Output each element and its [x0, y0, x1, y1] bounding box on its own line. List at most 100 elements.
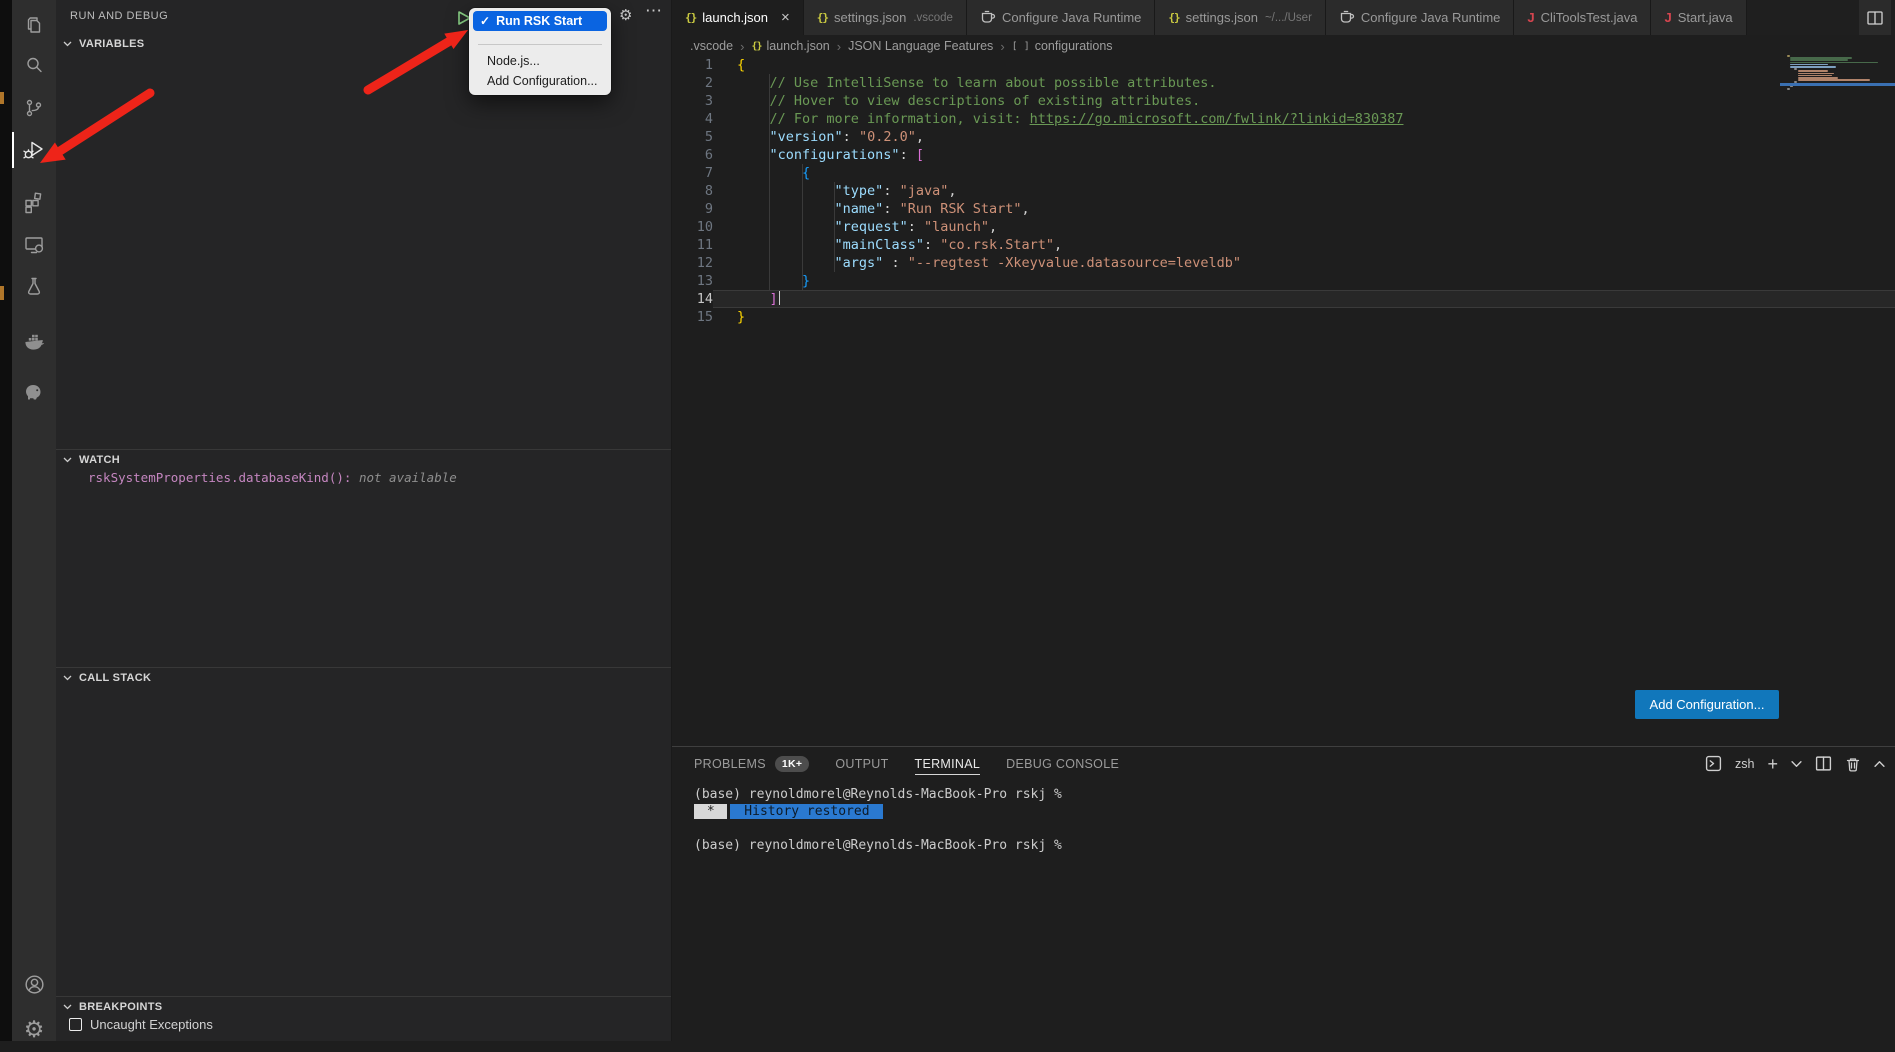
extensions-icon[interactable]	[12, 179, 56, 225]
code-line-9[interactable]: 9 "name": "Run RSK Start",	[672, 200, 1895, 218]
history-marker: *	[694, 804, 727, 819]
code-line-13[interactable]: 13 }	[672, 272, 1895, 290]
line-number: 12	[672, 254, 713, 272]
uncaught-exceptions-row[interactable]: Uncaught Exceptions	[69, 1017, 213, 1032]
code-line-15[interactable]: 15}	[672, 308, 1895, 326]
testing-icon[interactable]	[12, 263, 56, 309]
tab-settings-json-user[interactable]: {}settings.json~/.../User	[1155, 0, 1326, 35]
run-and-debug-icon[interactable]	[12, 127, 56, 173]
open-launch-config-gear-icon[interactable]: ⚙	[619, 6, 632, 24]
settings-gear-icon[interactable]: ⚙	[12, 1006, 56, 1052]
new-terminal-icon[interactable]: +	[1767, 755, 1778, 773]
tab-detail: .vscode	[913, 12, 953, 24]
code-line-6[interactable]: 6 "configurations": [	[672, 146, 1895, 164]
line-number: 8	[672, 182, 713, 200]
add-configuration-button[interactable]: Add Configuration...	[1635, 690, 1779, 719]
breadcrumb-item-configurations[interactable]: [ ]configurations	[1012, 39, 1113, 53]
desktop-edge	[0, 0, 12, 1041]
line-content: // For more information, visit: https://…	[713, 110, 1895, 128]
panel-tab-output[interactable]: OUTPUT	[835, 747, 888, 780]
line-number: 9	[672, 200, 713, 218]
breadcrumb-separator: ›	[1000, 39, 1004, 54]
gradle-icon[interactable]	[12, 369, 56, 415]
tab-label: settings.json	[834, 10, 906, 25]
code-line-2[interactable]: 2 // Use IntelliSense to learn about pos…	[672, 74, 1895, 92]
java-file-icon: J	[1664, 10, 1671, 25]
section-call-stack[interactable]: CALL STACK	[56, 667, 671, 688]
tab-label: Start.java	[1678, 10, 1733, 25]
tab-launch-json[interactable]: {}launch.json×	[672, 0, 804, 35]
code-line-11[interactable]: 11 "mainClass": "co.rsk.Start",	[672, 236, 1895, 254]
code-line-10[interactable]: 10 "request": "launch",	[672, 218, 1895, 236]
terminal-dropdown-icon[interactable]	[1791, 760, 1802, 768]
split-editor-icon[interactable]	[1859, 0, 1891, 35]
tab-label: Configure Java Runtime	[1361, 10, 1500, 25]
array-symbol-icon: [ ]	[1012, 41, 1030, 52]
line-number: 11	[672, 236, 713, 254]
code-line-4[interactable]: 4 // For more information, visit: https:…	[672, 110, 1895, 128]
code-line-8[interactable]: 8 "type": "java",	[672, 182, 1895, 200]
line-content: {	[713, 164, 1895, 182]
code-editor[interactable]: 1{2 // Use IntelliSense to learn about p…	[672, 56, 1895, 326]
watch-value: not available	[359, 470, 457, 485]
breadcrumb-item-json-language-features[interactable]: JSON Language Features	[848, 39, 993, 53]
watch-expression-row[interactable]: rskSystemProperties.databaseKind(): not …	[88, 470, 457, 485]
breadcrumb: .vscode›{}launch.json›JSON Language Feat…	[690, 35, 1113, 57]
remote-explorer-icon[interactable]	[12, 222, 56, 268]
watch-expression: rskSystemProperties.databaseKind():	[88, 470, 351, 485]
tab-start-java[interactable]: J Start.java	[1651, 0, 1746, 35]
code-line-1[interactable]: 1{	[672, 56, 1895, 74]
code-line-14[interactable]: 14 ]	[672, 290, 1895, 308]
views-more-actions-icon[interactable]: ⋯	[645, 1, 663, 21]
maximize-panel-icon[interactable]	[1874, 760, 1885, 768]
line-number: 13	[672, 272, 713, 290]
docker-icon[interactable]	[12, 319, 56, 365]
kill-terminal-trash-icon[interactable]	[1845, 756, 1861, 772]
terminal-profile-icon[interactable]	[1705, 755, 1722, 772]
close-tab-icon[interactable]: ×	[781, 10, 790, 25]
code-line-7[interactable]: 7 {	[672, 164, 1895, 182]
source-control-icon[interactable]	[12, 85, 56, 131]
problems-count-badge: 1K+	[775, 756, 809, 772]
panel-tab-problems[interactable]: PROBLEMS1K+	[694, 747, 809, 780]
tab-configure-java-runtime[interactable]: Configure Java Runtime	[1326, 0, 1514, 35]
breadcrumb-item-vscode[interactable]: .vscode	[690, 39, 733, 53]
dropdown-selected-item[interactable]: ✓ Run RSK Start	[473, 11, 607, 31]
line-content: }	[713, 272, 1895, 290]
tab-configure-java-runtime[interactable]: Configure Java Runtime	[967, 0, 1155, 35]
line-content: "version": "0.2.0",	[713, 128, 1895, 146]
tab-bar: {}launch.json×{}settings.json.vscodeConf…	[672, 0, 1895, 35]
line-content: "name": "Run RSK Start",	[713, 200, 1895, 218]
configuration-dropdown: ✓ Run RSK Start Node.js... Add Configurat…	[469, 8, 611, 95]
section-watch[interactable]: WATCH	[56, 449, 671, 470]
run-and-debug-sidebar: RUN AND DEBUG ⚙ ⋯ VARIABLES WATCH rskSys…	[56, 0, 672, 1041]
java-cup-icon	[980, 9, 996, 27]
shell-label: zsh	[1735, 757, 1754, 771]
panel-tab-label: TERMINAL	[915, 757, 981, 771]
panel-controls: zsh +	[1705, 747, 1885, 780]
dropdown-item-node-js[interactable]: Node.js...	[487, 53, 540, 70]
code-line-3[interactable]: 3 // Hover to view descriptions of exist…	[672, 92, 1895, 110]
tab-label: launch.json	[702, 10, 768, 25]
terminal-output[interactable]: (base) reynoldmorel@Reynolds-MacBook-Pro…	[694, 786, 1062, 854]
panel-tab-debug-console[interactable]: DEBUG CONSOLE	[1006, 747, 1119, 780]
line-number: 10	[672, 218, 713, 236]
tab-settings-json-vscode[interactable]: {}settings.json.vscode	[804, 0, 967, 35]
code-line-12[interactable]: 12 "args" : "--regtest -Xkeyvalue.dataso…	[672, 254, 1895, 272]
terminal-line	[694, 820, 1062, 837]
line-content: "type": "java",	[713, 182, 1895, 200]
panel-tab-terminal[interactable]: TERMINAL	[915, 747, 981, 780]
uncaught-exceptions-checkbox[interactable]	[69, 1018, 82, 1031]
section-label: CALL STACK	[79, 672, 151, 684]
account-icon[interactable]	[12, 961, 56, 1007]
search-icon[interactable]	[12, 42, 56, 88]
dropdown-item-add-configuration[interactable]: Add Configuration...	[487, 73, 598, 90]
section-breakpoints[interactable]: BREAKPOINTS	[56, 996, 671, 1017]
desktop-edge-mark	[0, 286, 4, 300]
split-terminal-icon[interactable]	[1815, 755, 1832, 772]
code-line-5[interactable]: 5 "version": "0.2.0",	[672, 128, 1895, 146]
breadcrumb-item-launch-json[interactable]: {}launch.json	[751, 39, 829, 53]
tab-clitoolstest-java[interactable]: JCliToolsTest.java	[1514, 0, 1651, 35]
line-number: 6	[672, 146, 713, 164]
tab-label: Configure Java Runtime	[1002, 10, 1141, 25]
